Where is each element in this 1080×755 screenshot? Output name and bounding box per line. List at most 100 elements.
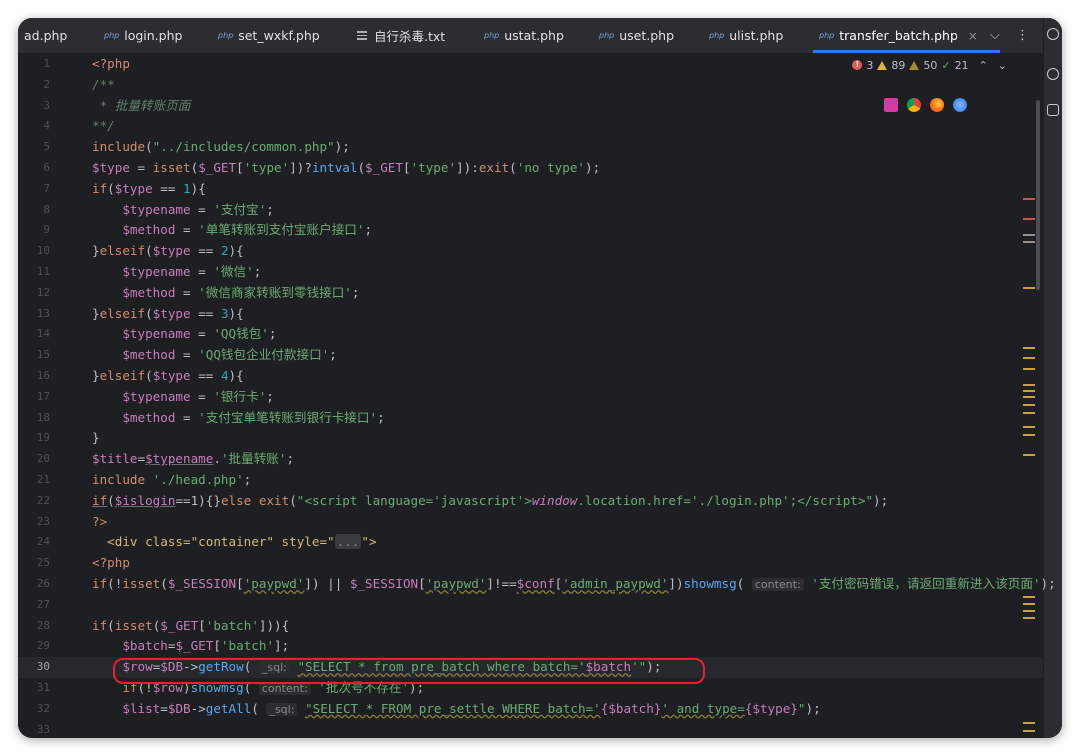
- ide-window: ad.php php login.php php set_wxkf.php 自行杀毒…: [18, 18, 1062, 738]
- line-number: 7: [43, 181, 50, 195]
- safari-icon[interactable]: [953, 98, 967, 112]
- error-count: 3: [866, 58, 874, 72]
- warning-stripe-mark[interactable]: [1023, 234, 1035, 236]
- code-line: $method = '支付宝单笔转账到银行卡接口';: [122, 409, 385, 425]
- line-number: 16: [36, 369, 50, 382]
- code-line: if(isset($_GET['batch'])){: [92, 617, 290, 633]
- warning-stripe-mark[interactable]: [1023, 390, 1035, 392]
- line-number: 32: [36, 701, 50, 715]
- warning-stripe-mark[interactable]: [1023, 287, 1035, 289]
- folded-region[interactable]: ...: [334, 534, 362, 550]
- line-number: 19: [36, 431, 50, 445]
- warning-stripe-mark[interactable]: [1023, 596, 1035, 598]
- code-line: include("../includes/common.php");: [92, 139, 350, 155]
- code-line: }elseif($type == 4){: [92, 368, 244, 383]
- warning-stripe-mark[interactable]: [1023, 426, 1035, 428]
- line-number: 28: [36, 618, 50, 632]
- code-line: <div class="container" style="... ">: [107, 534, 377, 550]
- code-line: **/: [92, 118, 115, 134]
- line-number: 20: [36, 452, 50, 466]
- firefox-icon[interactable]: [930, 98, 944, 112]
- code-line: $typename = 'QQ钱包';: [122, 326, 277, 342]
- code-editor[interactable]: 1 2 3 4 5 6 7 8 9 10 11 12 13 14 15 16 1…: [18, 54, 1056, 738]
- code-line: /**: [92, 76, 115, 92]
- error-stripe-mark[interactable]: [1023, 218, 1035, 220]
- php-file-icon: php: [599, 31, 615, 40]
- line-number: 22: [36, 493, 50, 507]
- line-number: 11: [36, 265, 50, 278]
- code-area[interactable]: <?php /** * 批量转账页面 **/ include("../inclu…: [92, 54, 1056, 738]
- warning-stripe-mark[interactable]: [1023, 722, 1035, 724]
- code-line: }: [92, 430, 100, 446]
- warning-stripe-mark[interactable]: [1023, 241, 1035, 243]
- database-icon[interactable]: [1047, 104, 1059, 116]
- code-line: $method = 'QQ钱包企业付款接口';: [122, 347, 337, 363]
- next-problem-icon[interactable]: ⌄: [998, 59, 1007, 72]
- line-number: 13: [36, 306, 50, 320]
- line-number: 23: [36, 514, 50, 528]
- line-number: 15: [36, 348, 50, 362]
- browser-preview-bar: [884, 98, 967, 112]
- code-line: if($islogin==1){}else exit("<script lang…: [92, 492, 889, 508]
- code-line: }elseif($type == 3){: [92, 305, 244, 321]
- line-number: 3: [43, 98, 50, 112]
- warning-stripe-mark[interactable]: [1023, 404, 1035, 406]
- line-number: 24: [36, 535, 50, 549]
- warning-stripe-mark[interactable]: [1023, 603, 1035, 605]
- ai-assistant-icon[interactable]: [1047, 68, 1059, 80]
- line-number: 1: [43, 57, 50, 70]
- warning-stripe-mark[interactable]: [1023, 730, 1035, 732]
- warning-stripe-mark[interactable]: [1023, 412, 1035, 414]
- tab-login-php[interactable]: php login.php: [104, 18, 182, 53]
- code-line: }elseif($type == 2){: [92, 243, 244, 259]
- tab-ustat-php[interactable]: php ustat.php: [484, 18, 564, 53]
- code-line: $title=$typename.'批量转账';: [92, 451, 295, 467]
- warning-stripe-mark[interactable]: [1023, 454, 1035, 456]
- warning-stripe-mark[interactable]: [1023, 384, 1035, 386]
- close-tab-icon[interactable]: ×: [968, 29, 978, 43]
- tab-set-wxkf-php[interactable]: php set_wxkf.php: [218, 18, 320, 53]
- warning-stripe-mark[interactable]: [1023, 617, 1035, 619]
- chrome-icon[interactable]: [907, 98, 921, 112]
- warning-icon: [877, 60, 888, 70]
- inspection-widget[interactable]: ! 3 89 50 ✓ 21 ⌃ ⌄: [852, 54, 1007, 76]
- current-line-number: 30: [36, 660, 50, 674]
- line-number-gutter: 1 2 3 4 5 6 7 8 9 10 11 12 13 14 15 16 1…: [18, 54, 88, 738]
- code-line: include './head.php';: [92, 472, 252, 487]
- tab-list-dropdown-icon[interactable]: ⌵: [990, 18, 1000, 53]
- notifications-icon[interactable]: [1047, 28, 1059, 40]
- line-number: 6: [43, 161, 50, 174]
- scrollbar-thumb[interactable]: [1036, 100, 1040, 290]
- warning-stripe-mark[interactable]: [1023, 368, 1035, 370]
- warning-stripe-mark[interactable]: [1023, 357, 1035, 359]
- warning-stripe-mark[interactable]: [1023, 347, 1035, 349]
- code-line: <?php: [92, 56, 130, 71]
- text-file-icon: [357, 29, 367, 42]
- editor-tab-bar: ad.php php login.php php set_wxkf.php 自行杀毒…: [18, 18, 1062, 54]
- line-number: 26: [36, 577, 50, 590]
- editor-scrollbar[interactable]: [1017, 54, 1043, 738]
- code-line: $method = '单笔转账到支付宝账户接口';: [122, 222, 373, 238]
- tab-ad-php[interactable]: ad.php: [24, 18, 67, 53]
- warning-stripe-mark[interactable]: [1023, 610, 1035, 612]
- phpstorm-browser-icon[interactable]: [884, 98, 898, 112]
- line-number: 25: [36, 556, 50, 570]
- code-line: $type = isset($_GET['type'])?intval($_GE…: [92, 160, 601, 175]
- weak-warning-count: 50: [923, 58, 938, 72]
- typo-check-icon: ✓: [941, 58, 951, 72]
- warning-stripe-mark[interactable]: [1023, 396, 1035, 398]
- error-stripe-mark[interactable]: [1023, 198, 1035, 200]
- php-file-icon: php: [104, 31, 120, 40]
- tab-text-file[interactable]: 自行杀毒.txt: [357, 18, 445, 53]
- highlighted-sql-annotation: [113, 658, 705, 684]
- line-number: 2: [43, 77, 50, 91]
- php-file-icon: php: [218, 31, 234, 40]
- tab-transfer-batch-php[interactable]: php transfer_batch.php ×: [813, 18, 1000, 53]
- right-tool-strip: [1043, 18, 1062, 738]
- warning-stripe-mark[interactable]: [1023, 434, 1035, 436]
- previous-problem-icon[interactable]: ⌃: [979, 59, 988, 72]
- tab-uset-php[interactable]: php uset.php: [599, 18, 674, 53]
- more-options-icon[interactable]: ⋮: [1016, 18, 1029, 53]
- tab-ulist-php[interactable]: php ulist.php: [709, 18, 783, 53]
- line-number: 29: [36, 639, 50, 653]
